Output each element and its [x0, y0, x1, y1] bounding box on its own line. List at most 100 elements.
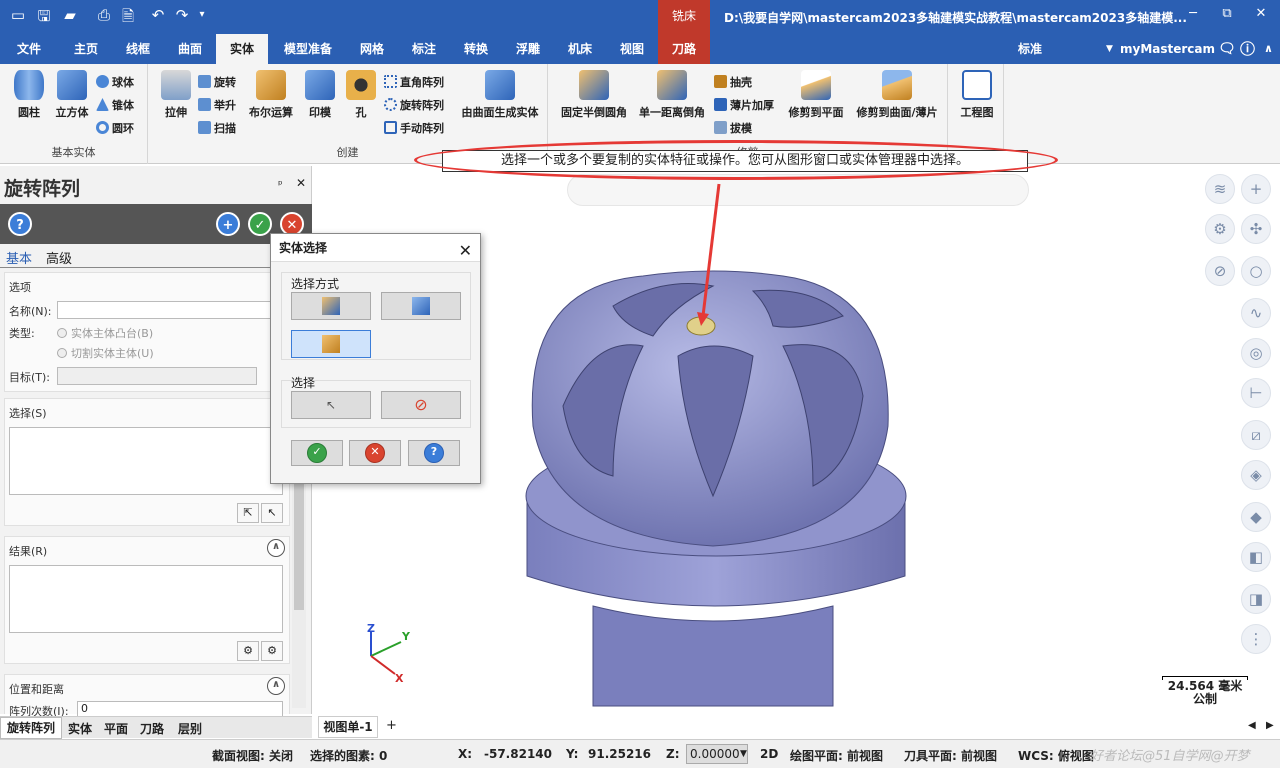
- print-icon[interactable]: ⎙: [94, 6, 114, 24]
- select-feature-button[interactable]: [291, 292, 371, 320]
- standard-dropdown[interactable]: 标准: [1018, 34, 1042, 64]
- mode-2d-toggle[interactable]: 2D: [760, 747, 778, 761]
- dialog-cancel-button[interactable]: ✕: [349, 440, 401, 466]
- tab-basic[interactable]: 基本: [6, 248, 32, 267]
- section-view-status[interactable]: 截面视图: 关闭: [212, 747, 293, 764]
- customize-qa-icon[interactable]: ▾: [192, 9, 212, 20]
- result-list[interactable]: [9, 565, 283, 633]
- clear-selection-button[interactable]: ⊘: [381, 391, 461, 419]
- revolve-button[interactable]: 旋转: [198, 74, 236, 90]
- shell-button[interactable]: 抽壳: [714, 74, 752, 90]
- help-icon[interactable]: ⓘ: [1240, 34, 1255, 64]
- redo-icon[interactable]: ↷: [172, 6, 192, 24]
- minimize-button[interactable]: ─: [1178, 6, 1208, 21]
- new-file-icon[interactable]: ▭: [8, 6, 28, 24]
- solid-view-icon[interactable]: ◆: [1241, 502, 1271, 532]
- construction-plane-status[interactable]: 绘图平面: 前视图: [790, 747, 883, 764]
- extrude-button[interactable]: 拉伸: [156, 70, 196, 120]
- solid-model[interactable]: [525, 270, 907, 707]
- undo-icon[interactable]: ↶: [148, 6, 168, 24]
- type-cut-radio[interactable]: 切割实体主体(U): [57, 345, 154, 361]
- tab-relief[interactable]: 浮雕: [504, 34, 552, 64]
- add-view-sheet-icon[interactable]: +: [386, 718, 397, 733]
- loft-button[interactable]: 举升: [198, 97, 236, 113]
- tab-toolpaths[interactable]: 刀路: [658, 34, 710, 64]
- add-selection-button[interactable]: ⇱: [237, 503, 259, 523]
- drawing-button[interactable]: 工程图: [956, 70, 998, 120]
- imprint-button[interactable]: 印模: [302, 70, 338, 120]
- color-swatch-icon[interactable]: ◨: [1241, 584, 1271, 614]
- sweep-button[interactable]: 扫描: [198, 120, 236, 136]
- target-input[interactable]: [57, 367, 257, 385]
- restore-button[interactable]: ⧉: [1212, 6, 1242, 21]
- tab-levels[interactable]: 层别: [178, 720, 202, 737]
- circle-icon[interactable]: ○: [1241, 256, 1271, 286]
- close-button[interactable]: ✕: [1246, 6, 1276, 21]
- trim-to-plane-button[interactable]: 修剪到平面: [784, 70, 848, 120]
- sphere-button[interactable]: 球体: [96, 74, 134, 90]
- more-tools-icon[interactable]: ⋮: [1241, 624, 1271, 654]
- wcs-status[interactable]: WCS: 俯视图: [1018, 747, 1094, 764]
- curve-icon[interactable]: ∿: [1241, 298, 1271, 328]
- collapse-position-icon[interactable]: ∧: [267, 677, 285, 695]
- tool-plane-status[interactable]: 刀具平面: 前视图: [904, 747, 997, 764]
- boolean-button[interactable]: 布尔运算: [244, 70, 298, 120]
- cone-button[interactable]: 锥体: [96, 97, 134, 113]
- select-body-button[interactable]: [381, 292, 461, 320]
- tab-planes[interactable]: 平面: [104, 720, 128, 737]
- scroll-left-icon[interactable]: ◀: [1248, 720, 1256, 731]
- save-as-icon[interactable]: 🗎: [118, 6, 138, 31]
- save-icon[interactable]: 🖫: [34, 6, 54, 31]
- ok-new-button[interactable]: +: [216, 212, 240, 236]
- color-icon[interactable]: ◧: [1241, 542, 1271, 572]
- pin-icon[interactable]: ᵖ: [278, 178, 283, 191]
- tab-solids[interactable]: 实体: [216, 34, 268, 64]
- solid-from-surface-button[interactable]: 由曲面生成实体: [456, 70, 544, 120]
- help-button[interactable]: ?: [8, 212, 32, 236]
- dimension-icon[interactable]: ⊢: [1241, 378, 1271, 408]
- torus-button[interactable]: 圆环: [96, 120, 134, 136]
- rot-pattern-button[interactable]: 旋转阵列: [384, 97, 444, 113]
- tab-revolve-pattern[interactable]: 旋转阵列: [0, 717, 63, 739]
- result-add-button[interactable]: ⚙: [237, 641, 259, 661]
- select-button[interactable]: ↖: [261, 503, 283, 523]
- cube-view-icon[interactable]: ◈: [1241, 460, 1271, 490]
- tab-dimension[interactable]: 标注: [400, 34, 448, 64]
- fillet-button[interactable]: 固定半倒圆角: [556, 70, 632, 120]
- tab-machine[interactable]: 机床: [556, 34, 604, 64]
- scroll-right-icon[interactable]: ▶: [1266, 720, 1274, 731]
- trim-to-surface-button[interactable]: 修剪到曲面/薄片: [850, 70, 944, 120]
- tab-toolpaths-manager[interactable]: 刀路: [140, 720, 164, 737]
- chat-icon[interactable]: 🗨: [1218, 34, 1236, 64]
- thicken-button[interactable]: 薄片加厚: [714, 97, 774, 113]
- settings-icon[interactable]: ⚙: [1205, 214, 1235, 244]
- collapse-ribbon-icon[interactable]: ∧: [1264, 34, 1273, 64]
- tab-solids-manager[interactable]: 实体: [68, 720, 92, 737]
- draft-button[interactable]: 拔模: [714, 120, 752, 136]
- view-sheet-tab[interactable]: 视图单-1: [318, 716, 378, 738]
- tab-wireframe[interactable]: 线框: [114, 34, 162, 64]
- cylinder-button[interactable]: 圆柱: [10, 70, 48, 120]
- cube-button[interactable]: 立方体: [50, 70, 94, 120]
- sphere-view-icon[interactable]: ◎: [1241, 338, 1271, 368]
- select-face-button[interactable]: [291, 330, 371, 358]
- result-remove-button[interactable]: ⚙: [261, 641, 283, 661]
- tab-transform[interactable]: 转换: [452, 34, 500, 64]
- dialog-close-icon[interactable]: ✕: [459, 237, 472, 265]
- tab-surface[interactable]: 曲面: [166, 34, 214, 64]
- chamfer-button[interactable]: 单一距离倒角: [634, 70, 710, 120]
- ok-button[interactable]: ✓: [248, 212, 272, 236]
- type-boss-radio[interactable]: 实体主体凸台(B): [57, 325, 153, 341]
- plus-icon[interactable]: +: [1241, 174, 1271, 204]
- name-input[interactable]: [57, 301, 287, 319]
- dialog-help-button[interactable]: ?: [408, 440, 460, 466]
- clear-icon[interactable]: ⊘: [1205, 256, 1235, 286]
- z-dropdown-icon[interactable]: ▼: [740, 749, 747, 759]
- collapse-result-icon[interactable]: ∧: [267, 539, 285, 557]
- z-depth-input[interactable]: 0.00000: [686, 744, 748, 764]
- snap-icon[interactable]: ✣: [1241, 214, 1271, 244]
- reselect-button[interactable]: ↖: [291, 391, 371, 419]
- ruler-icon[interactable]: ⧄: [1241, 420, 1271, 450]
- tab-mesh[interactable]: 网格: [348, 34, 396, 64]
- tab-home[interactable]: 主页: [62, 34, 110, 64]
